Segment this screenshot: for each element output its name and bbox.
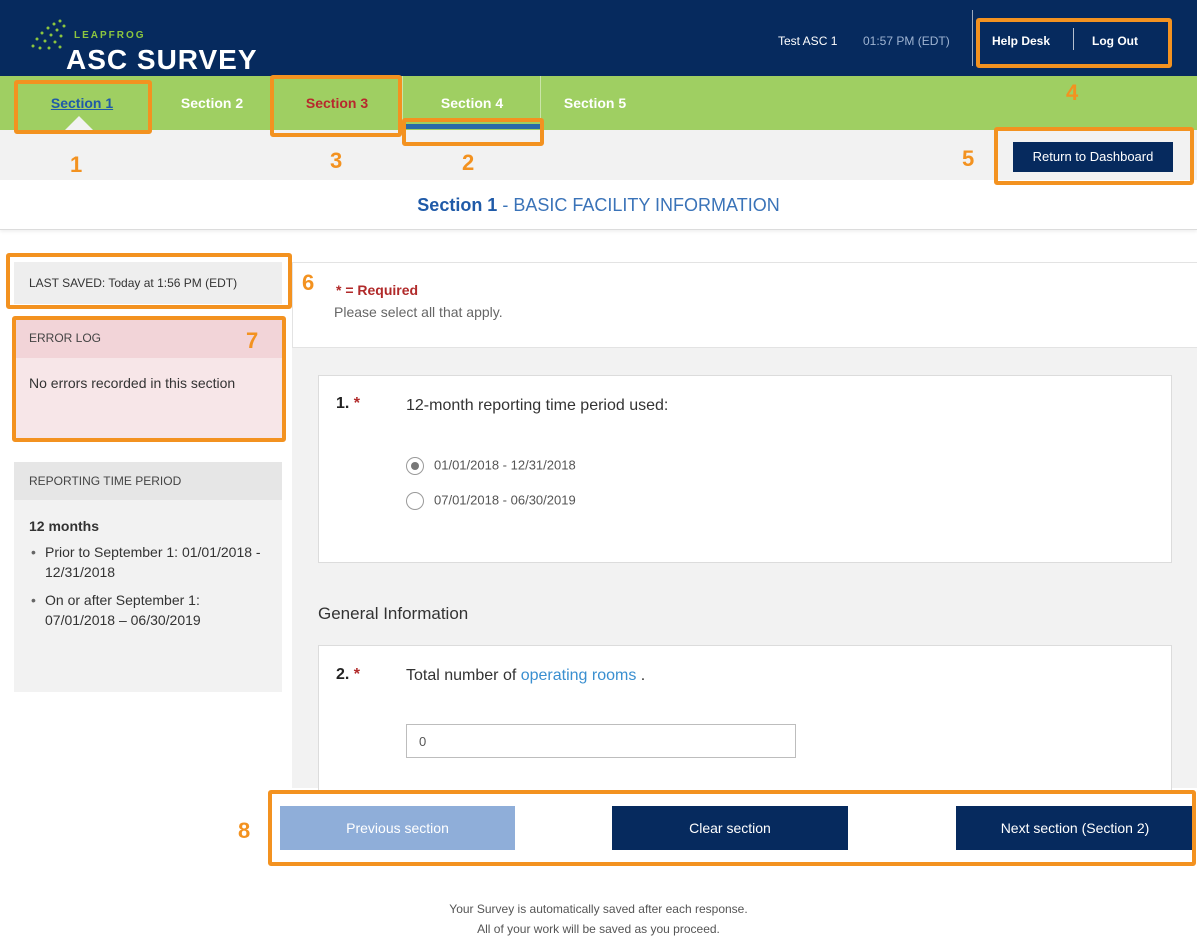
annotation-label-6: 6: [302, 270, 315, 295]
annotation-box-8: [268, 790, 1196, 866]
reporting-period-length: 12 months: [29, 518, 100, 534]
radio-selected-icon[interactable]: [406, 456, 424, 475]
autosave-note: Your Survey is automatically saved after…: [449, 902, 748, 916]
leapfrog-logo[interactable]: LEAPFROG ASC SURVEY: [30, 14, 290, 75]
section-title: Section 1 - BASIC FACILITY INFORMATION: [0, 195, 1197, 216]
reporting-period-list: Prior to September 1: 01/01/2018 - 12/31…: [14, 542, 282, 630]
section-tab-bar: Section 1 Section 2 Section 3 Section 4 …: [0, 76, 1197, 130]
brand-title: ASC SURVEY: [66, 44, 258, 75]
list-item: Prior to September 1: 01/01/2018 - 12/31…: [29, 542, 267, 582]
question-2-text: Total number of operating rooms .: [406, 667, 645, 685]
annotation-box-7: [12, 316, 286, 442]
brand-small-text: LEAPFROG: [74, 30, 146, 41]
user-name: Test ASC 1: [778, 34, 838, 48]
reporting-period-title: REPORTING TIME PERIOD: [14, 462, 282, 500]
operating-rooms-link[interactable]: operating rooms: [521, 667, 637, 684]
radio-option-2018-calendar[interactable]: 01/01/2018 - 12/31/2018: [406, 455, 576, 475]
tab-section-5[interactable]: Section 5: [540, 76, 650, 130]
autosave-note-2: All of your work will be saved as you pr…: [477, 922, 720, 936]
section-title-name: - BASIC FACILITY INFORMATION: [497, 195, 780, 215]
annotation-box-4: [976, 18, 1172, 68]
annotation-label-8: 8: [238, 818, 251, 843]
reporting-period-panel: REPORTING TIME PERIOD 12 months Prior to…: [14, 462, 282, 692]
radio-option-label: 07/01/2018 - 06/30/2019: [434, 492, 576, 508]
annotation-box-1: [14, 80, 152, 134]
annotation-box-6: [6, 253, 292, 309]
leapfrog-dots-icon: [31, 19, 66, 50]
required-legend: * = Required: [336, 282, 419, 298]
annotation-box-3: [270, 75, 402, 137]
tab-section-2[interactable]: Section 2: [150, 76, 274, 130]
annotation-label-1: 1: [70, 152, 83, 177]
annotation-label-3: 3: [330, 148, 343, 173]
annotation-label-2: 2: [462, 150, 475, 175]
annotation-label-5: 5: [962, 146, 975, 171]
question-2-text-after: .: [636, 667, 646, 684]
annotation-box-5: [994, 127, 1194, 185]
question-number-text: 1.: [336, 395, 350, 412]
page: LEAPFROG ASC SURVEY Test ASC 1 01:57 PM …: [0, 0, 1197, 936]
required-star: *: [353, 666, 361, 683]
question-2-number: 2. *: [336, 666, 360, 684]
radio-unselected-icon[interactable]: [406, 491, 424, 510]
list-item: On or after September 1: 07/01/2018 – 06…: [29, 590, 267, 630]
question-number-text: 2.: [336, 666, 350, 683]
instructions-text: Please select all that apply.: [334, 304, 503, 320]
question-2-text-before: Total number of: [406, 667, 521, 684]
header-time: 01:57 PM (EDT): [863, 34, 950, 48]
header-separator: [972, 10, 973, 66]
annotation-label-7: 7: [246, 328, 259, 353]
section-title-number: Section 1: [417, 195, 498, 215]
annotation-box-2: [402, 118, 544, 146]
annotation-label-4: 4: [1066, 80, 1079, 105]
radio-option-2018-fiscal[interactable]: 07/01/2018 - 06/30/2019: [406, 490, 576, 510]
operating-rooms-input[interactable]: [406, 724, 796, 758]
required-star: *: [353, 395, 361, 412]
question-1-number: 1. *: [336, 395, 360, 413]
question-1-text: 12-month reporting time period used:: [406, 397, 669, 414]
general-information-heading: General Information: [318, 604, 469, 623]
radio-option-label: 01/01/2018 - 12/31/2018: [434, 457, 576, 473]
